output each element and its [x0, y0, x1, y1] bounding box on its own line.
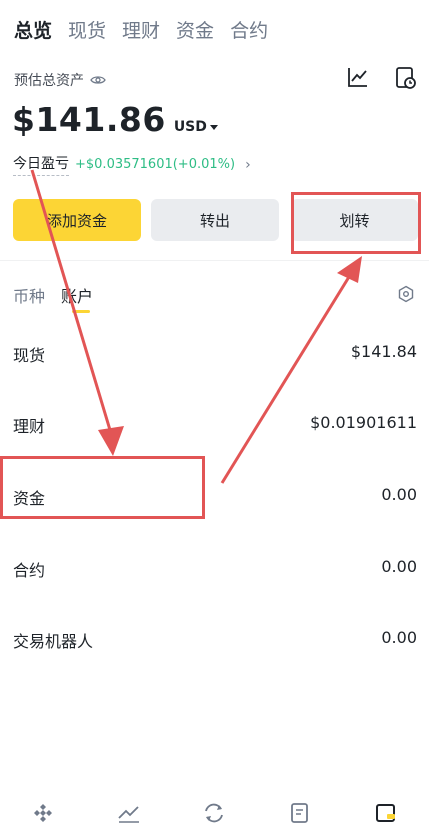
annotation-arrows	[30, 169, 362, 484]
